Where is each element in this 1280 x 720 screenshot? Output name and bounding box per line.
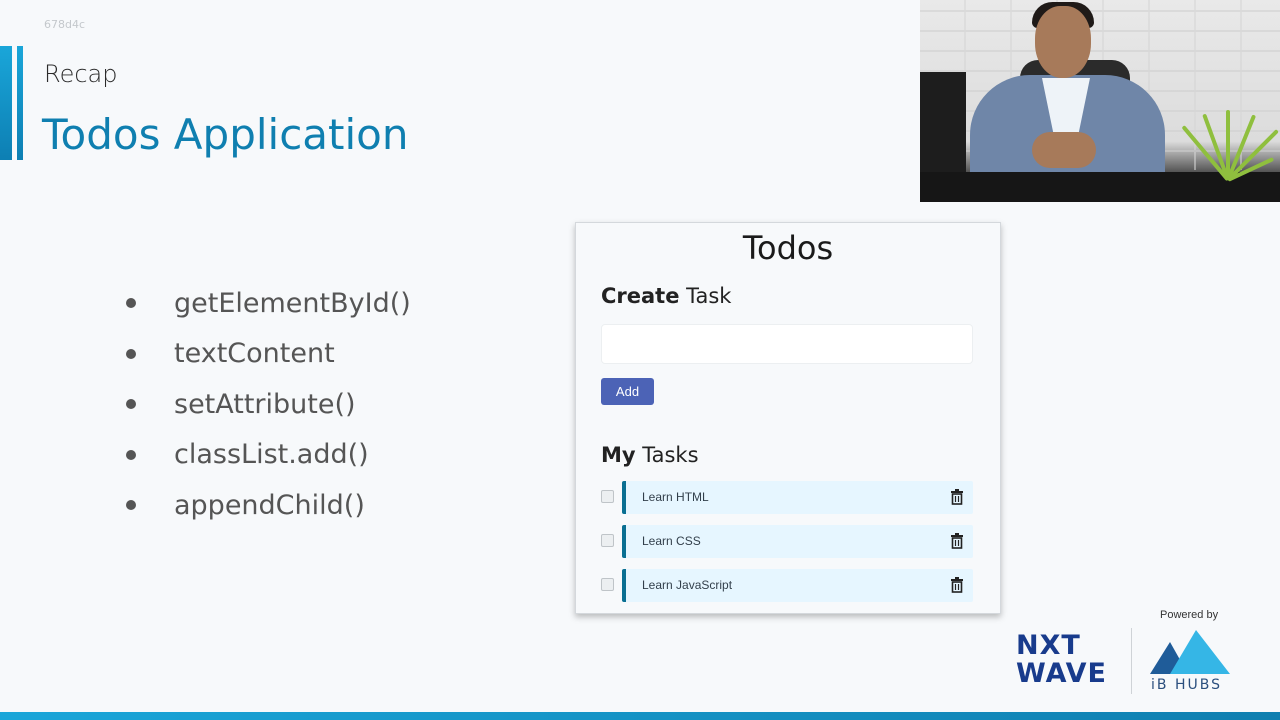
task-label-container: Learn CSS <box>622 525 973 558</box>
bullet-text: textContent <box>174 338 335 370</box>
slide-kicker: Recap <box>44 60 118 88</box>
task-label-container: Learn HTML <box>622 481 973 514</box>
todo-app-preview: Todos Create Task Add My Tasks Learn HTM… <box>575 222 1001 614</box>
add-button[interactable]: Add <box>601 378 654 405</box>
plant <box>1178 100 1279 182</box>
create-task-heading-rest: Task <box>679 284 732 308</box>
bullet-dot-icon <box>126 298 136 309</box>
task-label-container: Learn JavaScript <box>622 569 973 602</box>
task-input[interactable] <box>601 324 973 364</box>
accent-bars <box>0 46 30 160</box>
bullet-item: setAttribute() <box>126 379 411 430</box>
nxtwave-logo: NXT WAVE <box>1016 630 1116 690</box>
nxtwave-logo-line2: WAVE <box>1016 658 1107 689</box>
accent-bar-thick <box>0 46 12 160</box>
create-task-heading-bold: Create <box>601 284 680 308</box>
bullet-dot-icon <box>126 449 136 460</box>
task-label: Learn JavaScript <box>642 578 733 592</box>
bullet-item: appendChild() <box>126 480 411 531</box>
task-checkbox[interactable] <box>601 534 614 547</box>
task-checkbox[interactable] <box>601 578 614 591</box>
bottom-accent-bar <box>0 712 1280 720</box>
presenter-head <box>1035 6 1091 78</box>
trash-icon[interactable] <box>950 577 964 593</box>
trash-icon[interactable] <box>950 533 964 549</box>
my-tasks-heading-bold: My <box>601 443 636 467</box>
bullet-text: setAttribute() <box>174 388 356 420</box>
todos-heading: Todos <box>742 229 834 267</box>
accent-bar-thin <box>17 46 23 160</box>
task-item: Learn CSS <box>601 525 973 558</box>
ibhubs-logo-text: iB HUBS <box>1151 677 1222 693</box>
bullet-list: getElementById() textContent setAttribut… <box>126 278 411 531</box>
nxtwave-logo-line1: NXT <box>1016 630 1081 661</box>
presenter-hands <box>1032 132 1096 168</box>
task-label: Learn HTML <box>642 490 709 504</box>
bullet-text: classList.add() <box>174 439 369 471</box>
powered-by-label: Powered by <box>1160 609 1219 621</box>
my-tasks-heading: My Tasks <box>601 443 699 467</box>
task-checkbox[interactable] <box>601 490 614 503</box>
task-item: Learn HTML <box>601 481 973 514</box>
slide-title: Todos Application <box>42 110 409 159</box>
create-task-heading: Create Task <box>601 284 731 308</box>
task-label: Learn CSS <box>642 534 701 548</box>
trash-icon[interactable] <box>950 489 964 505</box>
bullet-item: getElementById() <box>126 278 411 329</box>
slide-id: 678d4c <box>44 18 86 31</box>
task-item: Learn JavaScript <box>601 569 973 602</box>
bullet-item: textContent <box>126 329 411 380</box>
bullet-dot-icon <box>126 348 136 359</box>
my-tasks-heading-rest: Tasks <box>635 443 699 467</box>
bullet-item: classList.add() <box>126 430 411 481</box>
bullet-dot-icon <box>126 500 136 511</box>
bullet-text: getElementById() <box>174 287 411 319</box>
logo-divider <box>1131 628 1132 694</box>
bullet-text: appendChild() <box>174 489 365 521</box>
presenter-video <box>920 0 1280 202</box>
bullet-dot-icon <box>126 399 136 410</box>
